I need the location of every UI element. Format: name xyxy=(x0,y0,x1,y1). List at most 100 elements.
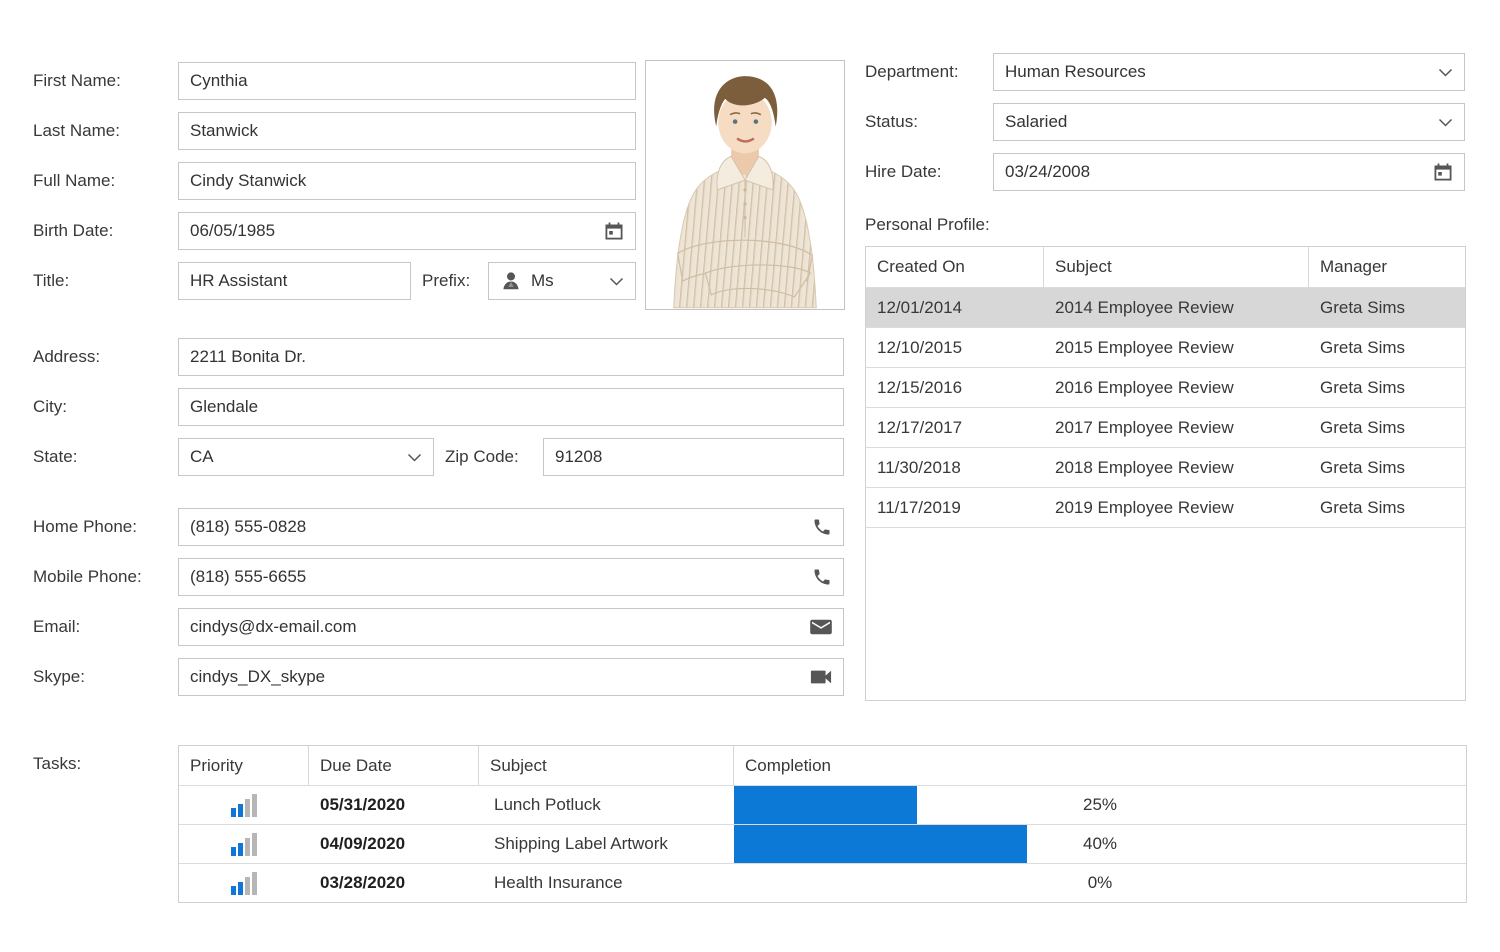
tasks-table-header: Priority Due Date Subject Completion xyxy=(179,746,1466,785)
phone-icon[interactable] xyxy=(812,517,832,537)
mobile-phone-input[interactable]: (818) 555-6655 xyxy=(178,558,844,596)
title-input[interactable]: HR Assistant xyxy=(178,262,411,300)
department-label: Department: xyxy=(865,53,959,91)
profile-cell-subject: 2017 Employee Review xyxy=(1044,408,1309,447)
priority-bars-icon xyxy=(231,793,257,817)
task-priority-cell xyxy=(179,825,309,863)
profile-cell-created-on: 11/17/2019 xyxy=(866,488,1044,527)
birth-date-value: 06/05/1985 xyxy=(190,221,275,241)
chevron-down-icon[interactable] xyxy=(1438,118,1453,127)
profile-col-subject[interactable]: Subject xyxy=(1044,247,1309,287)
address-input[interactable]: 2211 Bonita Dr. xyxy=(178,338,844,376)
chevron-down-icon[interactable] xyxy=(1438,68,1453,77)
home-phone-input[interactable]: (818) 555-0828 xyxy=(178,508,844,546)
hire-date-input[interactable]: 03/24/2008 xyxy=(993,153,1465,191)
zip-code-label: Zip Code: xyxy=(445,438,519,476)
phone-icon[interactable] xyxy=(812,567,832,587)
completion-percent: 40% xyxy=(734,825,1466,863)
address-value: 2211 Bonita Dr. xyxy=(190,347,306,367)
profile-cell-subject: 2019 Employee Review xyxy=(1044,488,1309,527)
task-completion-cell: 40% xyxy=(734,825,1466,863)
task-subject: Shipping Label Artwork xyxy=(479,825,734,863)
profile-row[interactable]: 12/17/2017 2017 Employee Review Greta Si… xyxy=(866,407,1465,447)
first-name-value: Cynthia xyxy=(190,71,248,91)
profile-cell-created-on: 12/10/2015 xyxy=(866,328,1044,367)
prefix-dropdown[interactable]: Ms xyxy=(488,262,636,300)
mobile-phone-label: Mobile Phone: xyxy=(33,558,142,596)
task-row[interactable]: 03/28/2020 Health Insurance 0% xyxy=(179,863,1466,902)
completion-percent: 25% xyxy=(734,786,1466,824)
profile-row[interactable]: 11/30/2018 2018 Employee Review Greta Si… xyxy=(866,447,1465,487)
prefix-value: Ms xyxy=(531,271,554,291)
personal-profile-label: Personal Profile: xyxy=(865,215,990,235)
personal-profile-table: Created On Subject Manager 12/01/2014 20… xyxy=(865,246,1466,701)
video-camera-icon[interactable] xyxy=(810,669,832,685)
last-name-label: Last Name: xyxy=(33,112,120,150)
chevron-down-icon[interactable] xyxy=(609,277,624,286)
employee-profile-form: First Name: Last Name: Full Name: Birth … xyxy=(0,0,1500,952)
profile-cell-manager: Greta Sims xyxy=(1309,328,1465,367)
mobile-phone-value: (818) 555-6655 xyxy=(190,567,306,587)
city-label: City: xyxy=(33,388,67,426)
profile-cell-manager: Greta Sims xyxy=(1309,288,1465,327)
profile-table-header: Created On Subject Manager xyxy=(866,247,1465,287)
profile-row[interactable]: 12/01/2014 2014 Employee Review Greta Si… xyxy=(866,287,1465,327)
last-name-value: Stanwick xyxy=(190,121,258,141)
full-name-value: Cindy Stanwick xyxy=(190,171,306,191)
profile-cell-subject: 2015 Employee Review xyxy=(1044,328,1309,367)
skype-input[interactable]: cindys_DX_skype xyxy=(178,658,844,696)
profile-cell-manager: Greta Sims xyxy=(1309,448,1465,487)
profile-row[interactable]: 11/17/2019 2019 Employee Review Greta Si… xyxy=(866,487,1465,527)
department-value: Human Resources xyxy=(1005,62,1146,82)
skype-label: Skype: xyxy=(33,658,85,696)
calendar-icon[interactable] xyxy=(604,221,624,241)
tasks-col-subject[interactable]: Subject xyxy=(479,746,734,785)
profile-col-created-on[interactable]: Created On xyxy=(866,247,1044,287)
profile-row[interactable]: 12/10/2015 2015 Employee Review Greta Si… xyxy=(866,327,1465,367)
tasks-col-priority[interactable]: Priority xyxy=(179,746,309,785)
state-dropdown[interactable]: CA xyxy=(178,438,434,476)
prefix-label: Prefix: xyxy=(422,262,470,300)
last-name-input[interactable]: Stanwick xyxy=(178,112,636,150)
task-subject: Health Insurance xyxy=(479,864,734,902)
mail-icon[interactable] xyxy=(810,618,832,636)
tasks-col-due-date[interactable]: Due Date xyxy=(309,746,479,785)
task-row[interactable]: 05/31/2020 Lunch Potluck 25% xyxy=(179,785,1466,824)
task-completion-cell: 25% xyxy=(734,786,1466,824)
task-priority-cell xyxy=(179,864,309,902)
address-label: Address: xyxy=(33,338,100,376)
calendar-icon[interactable] xyxy=(1433,162,1453,182)
state-label: State: xyxy=(33,438,77,476)
birth-date-input[interactable]: 06/05/1985 xyxy=(178,212,636,250)
task-completion-cell: 0% xyxy=(734,864,1466,902)
city-value: Glendale xyxy=(190,397,258,417)
employee-photo-illustration xyxy=(646,61,844,309)
status-value: Salaried xyxy=(1005,112,1067,132)
status-label: Status: xyxy=(865,103,918,141)
profile-empty-area xyxy=(866,527,1465,700)
city-input[interactable]: Glendale xyxy=(178,388,844,426)
title-label: Title: xyxy=(33,262,69,300)
profile-cell-created-on: 12/01/2014 xyxy=(866,288,1044,327)
profile-cell-manager: Greta Sims xyxy=(1309,368,1465,407)
department-dropdown[interactable]: Human Resources xyxy=(993,53,1465,91)
email-input[interactable]: cindys@dx-email.com xyxy=(178,608,844,646)
chevron-down-icon[interactable] xyxy=(407,453,422,462)
profile-cell-manager: Greta Sims xyxy=(1309,408,1465,447)
profile-cell-created-on: 12/17/2017 xyxy=(866,408,1044,447)
email-value: cindys@dx-email.com xyxy=(190,617,357,637)
full-name-input[interactable]: Cindy Stanwick xyxy=(178,162,636,200)
profile-col-manager[interactable]: Manager xyxy=(1309,247,1465,287)
first-name-input[interactable]: Cynthia xyxy=(178,62,636,100)
tasks-table: Priority Due Date Subject Completion 05/… xyxy=(178,745,1467,903)
first-name-label: First Name: xyxy=(33,62,121,100)
task-row[interactable]: 04/09/2020 Shipping Label Artwork 40% xyxy=(179,824,1466,863)
profile-row[interactable]: 12/15/2016 2016 Employee Review Greta Si… xyxy=(866,367,1465,407)
title-value: HR Assistant xyxy=(190,271,287,291)
status-dropdown[interactable]: Salaried xyxy=(993,103,1465,141)
profile-cell-created-on: 11/30/2018 xyxy=(866,448,1044,487)
completion-percent: 0% xyxy=(734,864,1466,902)
zip-code-input[interactable]: 91208 xyxy=(543,438,844,476)
tasks-col-completion[interactable]: Completion xyxy=(734,746,1466,785)
task-due-date: 05/31/2020 xyxy=(309,786,479,824)
